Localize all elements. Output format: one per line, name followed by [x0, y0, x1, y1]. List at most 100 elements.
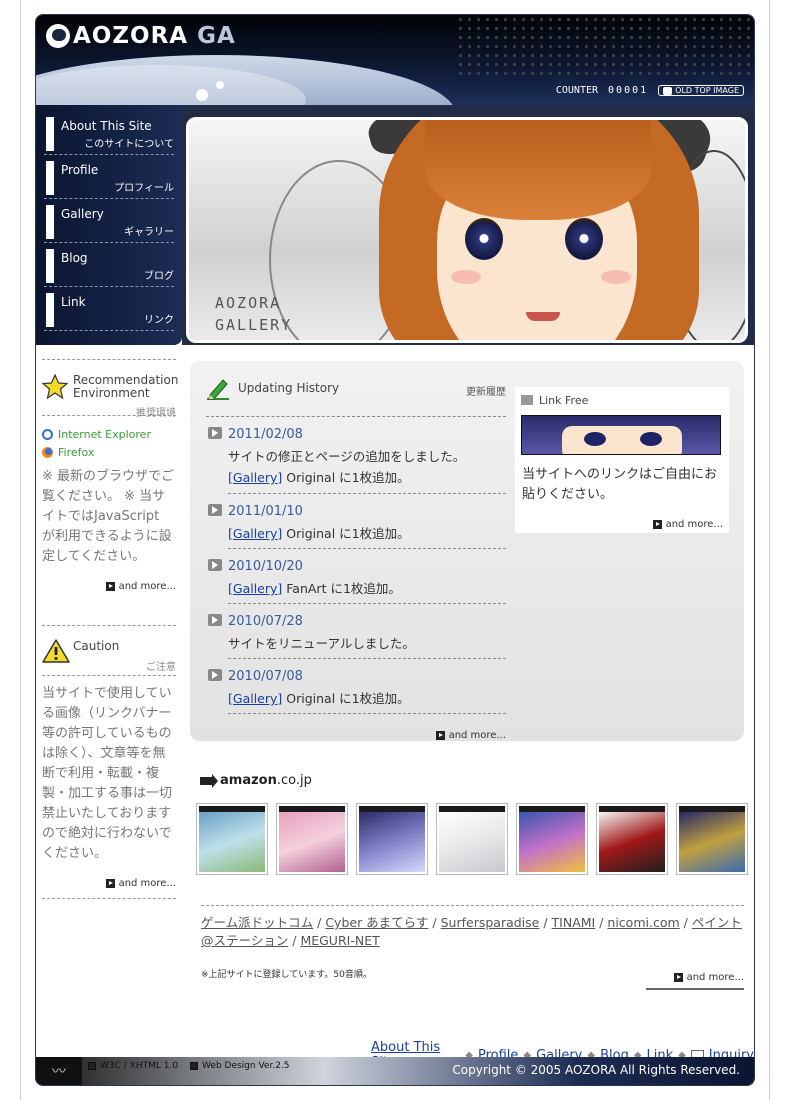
header-orb: [196, 89, 208, 101]
cover-art: [359, 812, 425, 872]
counter-label: COUNTER: [555, 85, 599, 96]
update-text: Original に1枚追加。: [282, 470, 410, 485]
nav-label-en: Profile: [61, 163, 99, 177]
registered-site-link[interactable]: Cyber あまてらす: [325, 915, 428, 930]
sidebar-nav: About This Site このサイトについて Profile プロフィール G…: [36, 105, 182, 345]
more-label: and more...: [665, 518, 723, 530]
caution-more-link[interactable]: and more...: [42, 876, 176, 890]
web-design-badge[interactable]: Web Design Ver.2.5: [190, 1061, 290, 1071]
old-top-image-button[interactable]: OLD TOP IMAGE: [658, 85, 744, 96]
gallery-link[interactable]: [Gallery]: [228, 526, 282, 541]
right-eye: [565, 218, 603, 260]
link-banner-image[interactable]: [521, 415, 721, 455]
badge-label: W3C / XHTML 1.0: [100, 1061, 179, 1071]
registered-site-link[interactable]: MEGURI-NET: [300, 933, 379, 948]
caution-box: Caution ご注意 当サイトで使用している画像（リンクバナー等の許可している…: [42, 625, 176, 899]
more-label: and more...: [118, 877, 176, 889]
registered-site-link[interactable]: Surfersparadise: [441, 915, 540, 930]
heart-icon: [663, 86, 673, 95]
registered-site-link[interactable]: nicomi.com: [607, 915, 679, 930]
link-free-title: Link Free: [539, 394, 589, 407]
sidebar-item-link[interactable]: Link リンク: [44, 291, 174, 331]
nav-marker: [46, 161, 54, 195]
separator: /: [679, 915, 692, 930]
updates-more-link[interactable]: and more...: [206, 728, 506, 742]
site-frame: AOZORA GA COUNTER 00001 OLD TOP IMAGE Ab…: [35, 14, 755, 1086]
amazon-product-cover[interactable]: [436, 803, 508, 875]
play-icon: [190, 1062, 199, 1070]
sidebar-item-blog[interactable]: Blog ブログ: [44, 247, 174, 287]
update-date: 2010/07/28: [228, 614, 303, 629]
amazon-product-cover[interactable]: [676, 803, 748, 875]
play-icon: [88, 1062, 96, 1070]
cloud-logo-icon: [46, 24, 70, 48]
amazon-label-rest: .co.jp: [276, 773, 312, 788]
caution-text: 当サイトで使用している画像（リンクバナー等の許可しているものは除く）、文章等を無…: [42, 686, 173, 861]
cover-art: [439, 812, 505, 872]
recommend-more-link[interactable]: and more...: [42, 579, 176, 593]
sites-more-link[interactable]: and more...: [646, 970, 744, 984]
old-top-image-label: OLD TOP IMAGE: [675, 86, 739, 95]
amazon-product-cover[interactable]: [196, 803, 268, 875]
browser-ie-link[interactable]: Internet Explorer: [42, 425, 176, 443]
sidebar-item-gallery[interactable]: Gallery ギャラリー: [44, 203, 174, 243]
amazon-product-cover[interactable]: [356, 803, 428, 875]
nav-marker: [46, 117, 54, 151]
recommend-title-line2: Environment: [73, 386, 150, 400]
nav-marker: [46, 205, 54, 239]
more-label: and more...: [448, 729, 506, 741]
signature-icon: 〰: [36, 1057, 82, 1085]
nav-marker: [46, 293, 54, 327]
counter-value: 00001: [608, 85, 649, 96]
gallery-link[interactable]: [Gallery]: [228, 691, 282, 706]
play-icon: [105, 878, 115, 888]
update-entry: 2010/07/08 [Gallery] Original に1枚追加。: [208, 659, 506, 714]
linkfree-more-link[interactable]: and more...: [652, 517, 723, 531]
w3c-badge[interactable]: W3C / XHTML 1.0: [88, 1061, 178, 1071]
banner-eye: [584, 432, 606, 446]
updating-history-header: Updating History 更新履歴: [206, 375, 506, 417]
update-text: サイトをリニューアルしました。: [228, 636, 415, 651]
site-logo[interactable]: AOZORA GA: [46, 23, 236, 49]
amazon-product-cover[interactable]: [516, 803, 588, 875]
registered-site-link[interactable]: ゲーム派ドットコム: [201, 915, 313, 930]
blush-right: [601, 270, 631, 284]
sidebar-item-profile[interactable]: Profile プロフィール: [44, 159, 174, 199]
update-text-line: [Gallery] Original に1枚追加。: [228, 523, 410, 542]
separator: /: [595, 915, 608, 930]
pencil-icon: [207, 379, 229, 400]
browser-firefox-link[interactable]: Firefox: [42, 443, 176, 461]
amazon-product-cover[interactable]: [596, 803, 668, 875]
arrow-icon: [208, 559, 222, 571]
nav-marker: [46, 249, 54, 283]
hero-caption-line2: GALLERY: [215, 316, 293, 334]
amazon-product-list: [196, 803, 748, 875]
sidebar-item-about[interactable]: About This Site このサイトについて: [44, 115, 174, 155]
update-date: 2011/02/08: [228, 427, 303, 442]
link-free-header: Link Free: [515, 387, 729, 409]
recommendation-title: Recommendation Environment: [73, 374, 178, 400]
nav-label-jp: ブログ: [144, 271, 174, 282]
hero-banner: AOZORA GALLERY: [182, 105, 754, 345]
cover-art: [679, 812, 745, 872]
header-dot-pattern: [456, 15, 754, 77]
sites-more: and more...: [646, 970, 744, 990]
recommend-title-jp: 推奨環境: [136, 408, 176, 419]
amazon-label: amazon.co.jp: [220, 773, 312, 788]
site-header: AOZORA GA COUNTER 00001 OLD TOP IMAGE: [36, 15, 754, 105]
arrow-icon: [208, 504, 222, 516]
amazon-product-cover[interactable]: [276, 803, 348, 875]
header-orb: [216, 81, 224, 89]
gallery-link[interactable]: [Gallery]: [228, 581, 282, 596]
logo-name: AOZORA: [73, 23, 189, 49]
firefox-icon: [42, 446, 53, 458]
caution-title-jp: ご注意: [146, 662, 176, 673]
update-text-line: [Gallery] Original に1枚追加。: [228, 688, 410, 707]
update-entry: 2011/02/08 サイトの修正とページの追加をしました。 [Gallery]…: [208, 417, 506, 494]
arrow-icon: [208, 427, 222, 439]
caution-title: Caution: [73, 639, 120, 653]
gallery-link[interactable]: [Gallery]: [228, 470, 282, 485]
registered-site-link[interactable]: TINAMI: [552, 915, 596, 930]
updating-history: Updating History 更新履歴 2011/02/08 サイトの修正と…: [206, 375, 506, 742]
footer-badges: W3C / XHTML 1.0 Web Design Ver.2.5: [88, 1061, 290, 1071]
